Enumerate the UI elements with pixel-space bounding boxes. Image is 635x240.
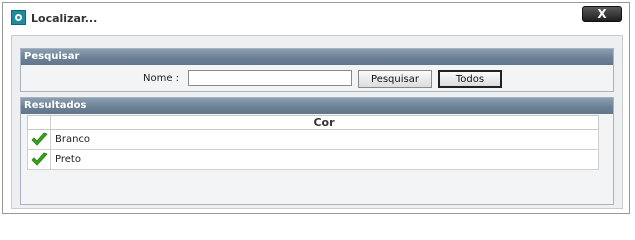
results-section-header: Resultados: [21, 98, 613, 114]
app-logo-icon: [11, 10, 26, 25]
pesquisar-button[interactable]: Pesquisar: [358, 70, 432, 88]
table-row[interactable]: Branco: [27, 130, 599, 150]
results-grid-header: Cor: [27, 115, 599, 130]
select-column-header: [28, 116, 51, 129]
select-check-icon[interactable]: [28, 130, 51, 149]
row-value: Preto: [55, 154, 81, 165]
dialog-title: Localizar...: [31, 12, 98, 25]
row-value: Branco: [55, 134, 91, 145]
dialog-content: Pesquisar Nome : Pesquisar Todos Resulta…: [11, 35, 623, 209]
search-section-header: Pesquisar: [21, 49, 613, 65]
nome-label: Nome :: [143, 73, 180, 84]
table-row[interactable]: Preto: [27, 150, 599, 170]
localizar-dialog: Localizar... X Pesquisar Nome : Pesquisa…: [2, 2, 630, 214]
search-panel: Pesquisar Nome : Pesquisar Todos: [20, 48, 614, 92]
todos-button[interactable]: Todos: [438, 70, 502, 88]
search-row: Nome : Pesquisar Todos: [21, 70, 613, 88]
nome-input[interactable]: [188, 70, 352, 86]
select-check-icon[interactable]: [28, 150, 51, 169]
close-button[interactable]: X: [582, 6, 622, 22]
title-bar: Localizar... X: [3, 3, 629, 33]
results-panel: Resultados Cor Branco Preto: [20, 97, 614, 205]
cor-column-header[interactable]: Cor: [50, 116, 598, 129]
